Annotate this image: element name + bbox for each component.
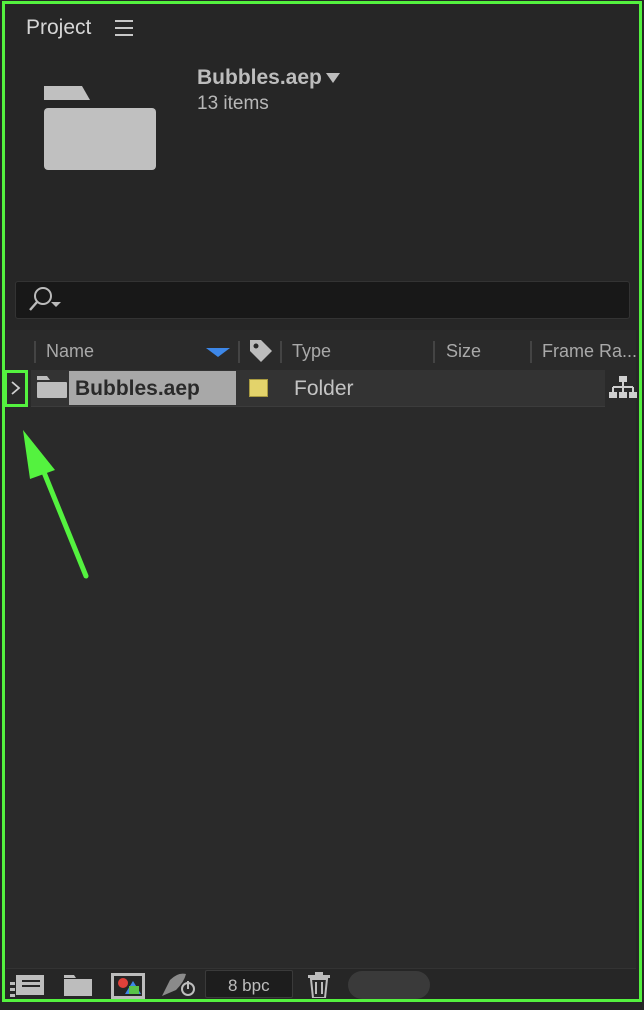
folder-icon [37, 376, 67, 398]
bit-depth-label[interactable]: 8 bpc [228, 976, 270, 996]
panel-title: Project [26, 16, 92, 39]
column-separator[interactable] [433, 341, 435, 363]
search-icon[interactable] [27, 285, 67, 313]
flowchart-icon[interactable] [609, 375, 637, 401]
column-header-frame-rate[interactable]: Frame Ra... [542, 341, 637, 362]
item-name[interactable]: Bubbles.aep [75, 377, 200, 401]
interpret-footage-icon[interactable] [10, 974, 46, 998]
column-header-name[interactable]: Name [46, 341, 94, 362]
annotation-arrow-icon [23, 430, 89, 579]
column-separator[interactable] [238, 341, 240, 363]
project-name[interactable]: Bubbles.aep [197, 66, 322, 90]
project-panel: Project Bubbles.aep 13 items Name Type S… [0, 0, 644, 1010]
new-folder-icon[interactable] [64, 975, 92, 996]
column-header-size[interactable]: Size [446, 341, 481, 362]
item-type: Folder [294, 377, 354, 400]
search-input[interactable] [75, 286, 619, 314]
column-separator[interactable] [280, 341, 282, 363]
label-tag-icon[interactable] [248, 338, 274, 364]
thumbnail-scroll-pill[interactable] [348, 971, 430, 999]
label-color-swatch[interactable] [249, 379, 268, 397]
column-separator[interactable] [530, 341, 532, 363]
new-composition-icon[interactable] [111, 973, 145, 999]
sort-descending-icon[interactable] [206, 348, 230, 357]
panel-menu-icon[interactable] [115, 20, 133, 36]
render-queue-icon[interactable] [160, 972, 198, 998]
project-item-list [6, 330, 636, 970]
project-item-count: 13 items [197, 93, 269, 114]
project-folder-thumbnail-icon [44, 86, 156, 170]
project-dropdown-caret-icon[interactable] [326, 73, 340, 83]
column-header-type[interactable]: Type [292, 341, 331, 362]
chevron-right-icon[interactable] [9, 380, 23, 396]
trash-icon[interactable] [308, 972, 330, 998]
column-separator[interactable] [34, 341, 36, 363]
